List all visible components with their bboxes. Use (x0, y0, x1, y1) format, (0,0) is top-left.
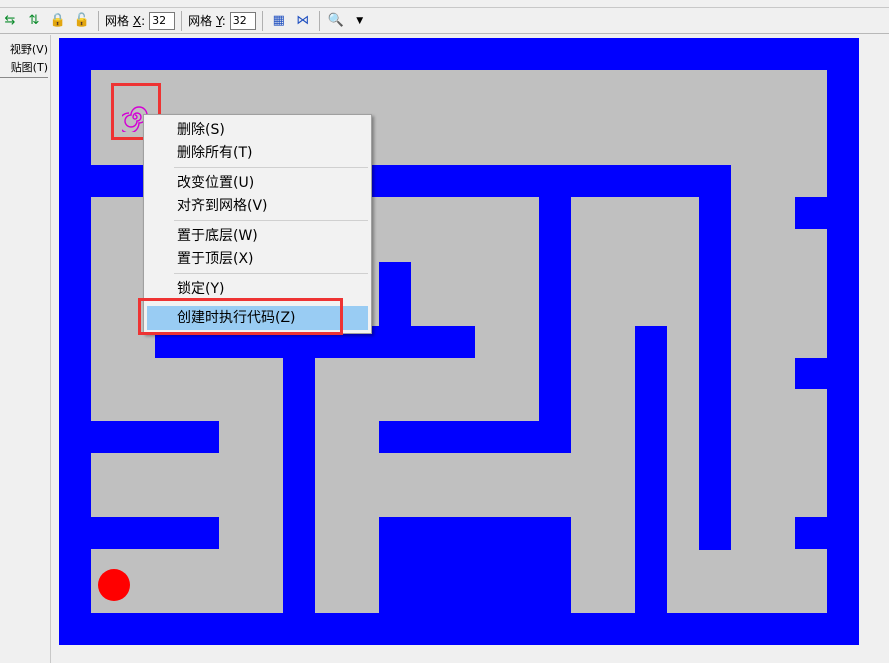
maze-floor (731, 165, 827, 197)
maze-wall (283, 358, 315, 613)
menu-item-change-position[interactable]: 改变位置(U) (177, 172, 254, 194)
player-ball[interactable] (98, 569, 130, 601)
toolbar-separator (98, 10, 99, 31)
maze-wall (795, 197, 827, 229)
room-editor-toolbar: ⇆ ⇅ 🔒 🔓 网格 X: 网格 Y: ▦ ⋈ 🔍 ▼ (0, 8, 889, 34)
menu-item-send-to-back[interactable]: 置于底层(W) (177, 225, 258, 247)
menu-item-delete[interactable]: 删除(S) (177, 119, 225, 141)
toolbar-separator (318, 10, 320, 31)
dropdown-arrow-icon[interactable]: ▼ (350, 11, 370, 31)
menu-separator (174, 220, 368, 221)
toolbar-separator (261, 10, 263, 31)
annotation-box-menu-item (138, 298, 343, 335)
grid-icon[interactable]: ▦ (269, 11, 289, 31)
zoom-icon[interactable]: 🔍 (326, 11, 346, 31)
menu-item-delete-all[interactable]: 删除所有(T) (177, 142, 252, 164)
menu-separator (174, 167, 368, 168)
unlock-icon[interactable]: 🔓 (72, 11, 92, 31)
maze-wall (699, 165, 731, 550)
window-top-strip (0, 0, 889, 8)
maze-wall (539, 197, 571, 453)
maze-wall (795, 517, 827, 549)
maze-wall (91, 421, 219, 453)
grid-x-label: 网格 X: (105, 14, 146, 28)
grid-y-label: 网格 Y: (188, 14, 226, 28)
lock-icon[interactable]: 🔒 (48, 11, 68, 31)
menu-separator (174, 273, 368, 274)
isometric-grid-icon[interactable]: ⋈ (293, 11, 313, 31)
toolbar-separator (181, 10, 183, 31)
maze-wall (379, 517, 571, 613)
menu-item-bring-to-front[interactable]: 置于顶层(X) (177, 248, 254, 270)
maze-wall (379, 262, 411, 326)
tab-view[interactable]: 视野(V) (0, 41, 48, 57)
left-panel: 视野(V) 贴图(T) (0, 35, 51, 663)
move-vertical-icon[interactable]: ⇅ (24, 11, 44, 31)
menu-item-lock[interactable]: 锁定(Y) (177, 278, 224, 300)
grid-x-input[interactable] (149, 11, 176, 30)
grid-y-input[interactable] (229, 11, 256, 30)
maze-wall (635, 326, 667, 613)
move-horizontal-icon[interactable]: ⇆ (0, 11, 20, 31)
tab-tile[interactable]: 贴图(T) (0, 59, 48, 78)
maze-wall (795, 358, 827, 389)
maze-wall (91, 517, 219, 549)
menu-item-snap-to-grid[interactable]: 对齐到网格(V) (177, 195, 268, 217)
maze-wall (379, 421, 571, 453)
